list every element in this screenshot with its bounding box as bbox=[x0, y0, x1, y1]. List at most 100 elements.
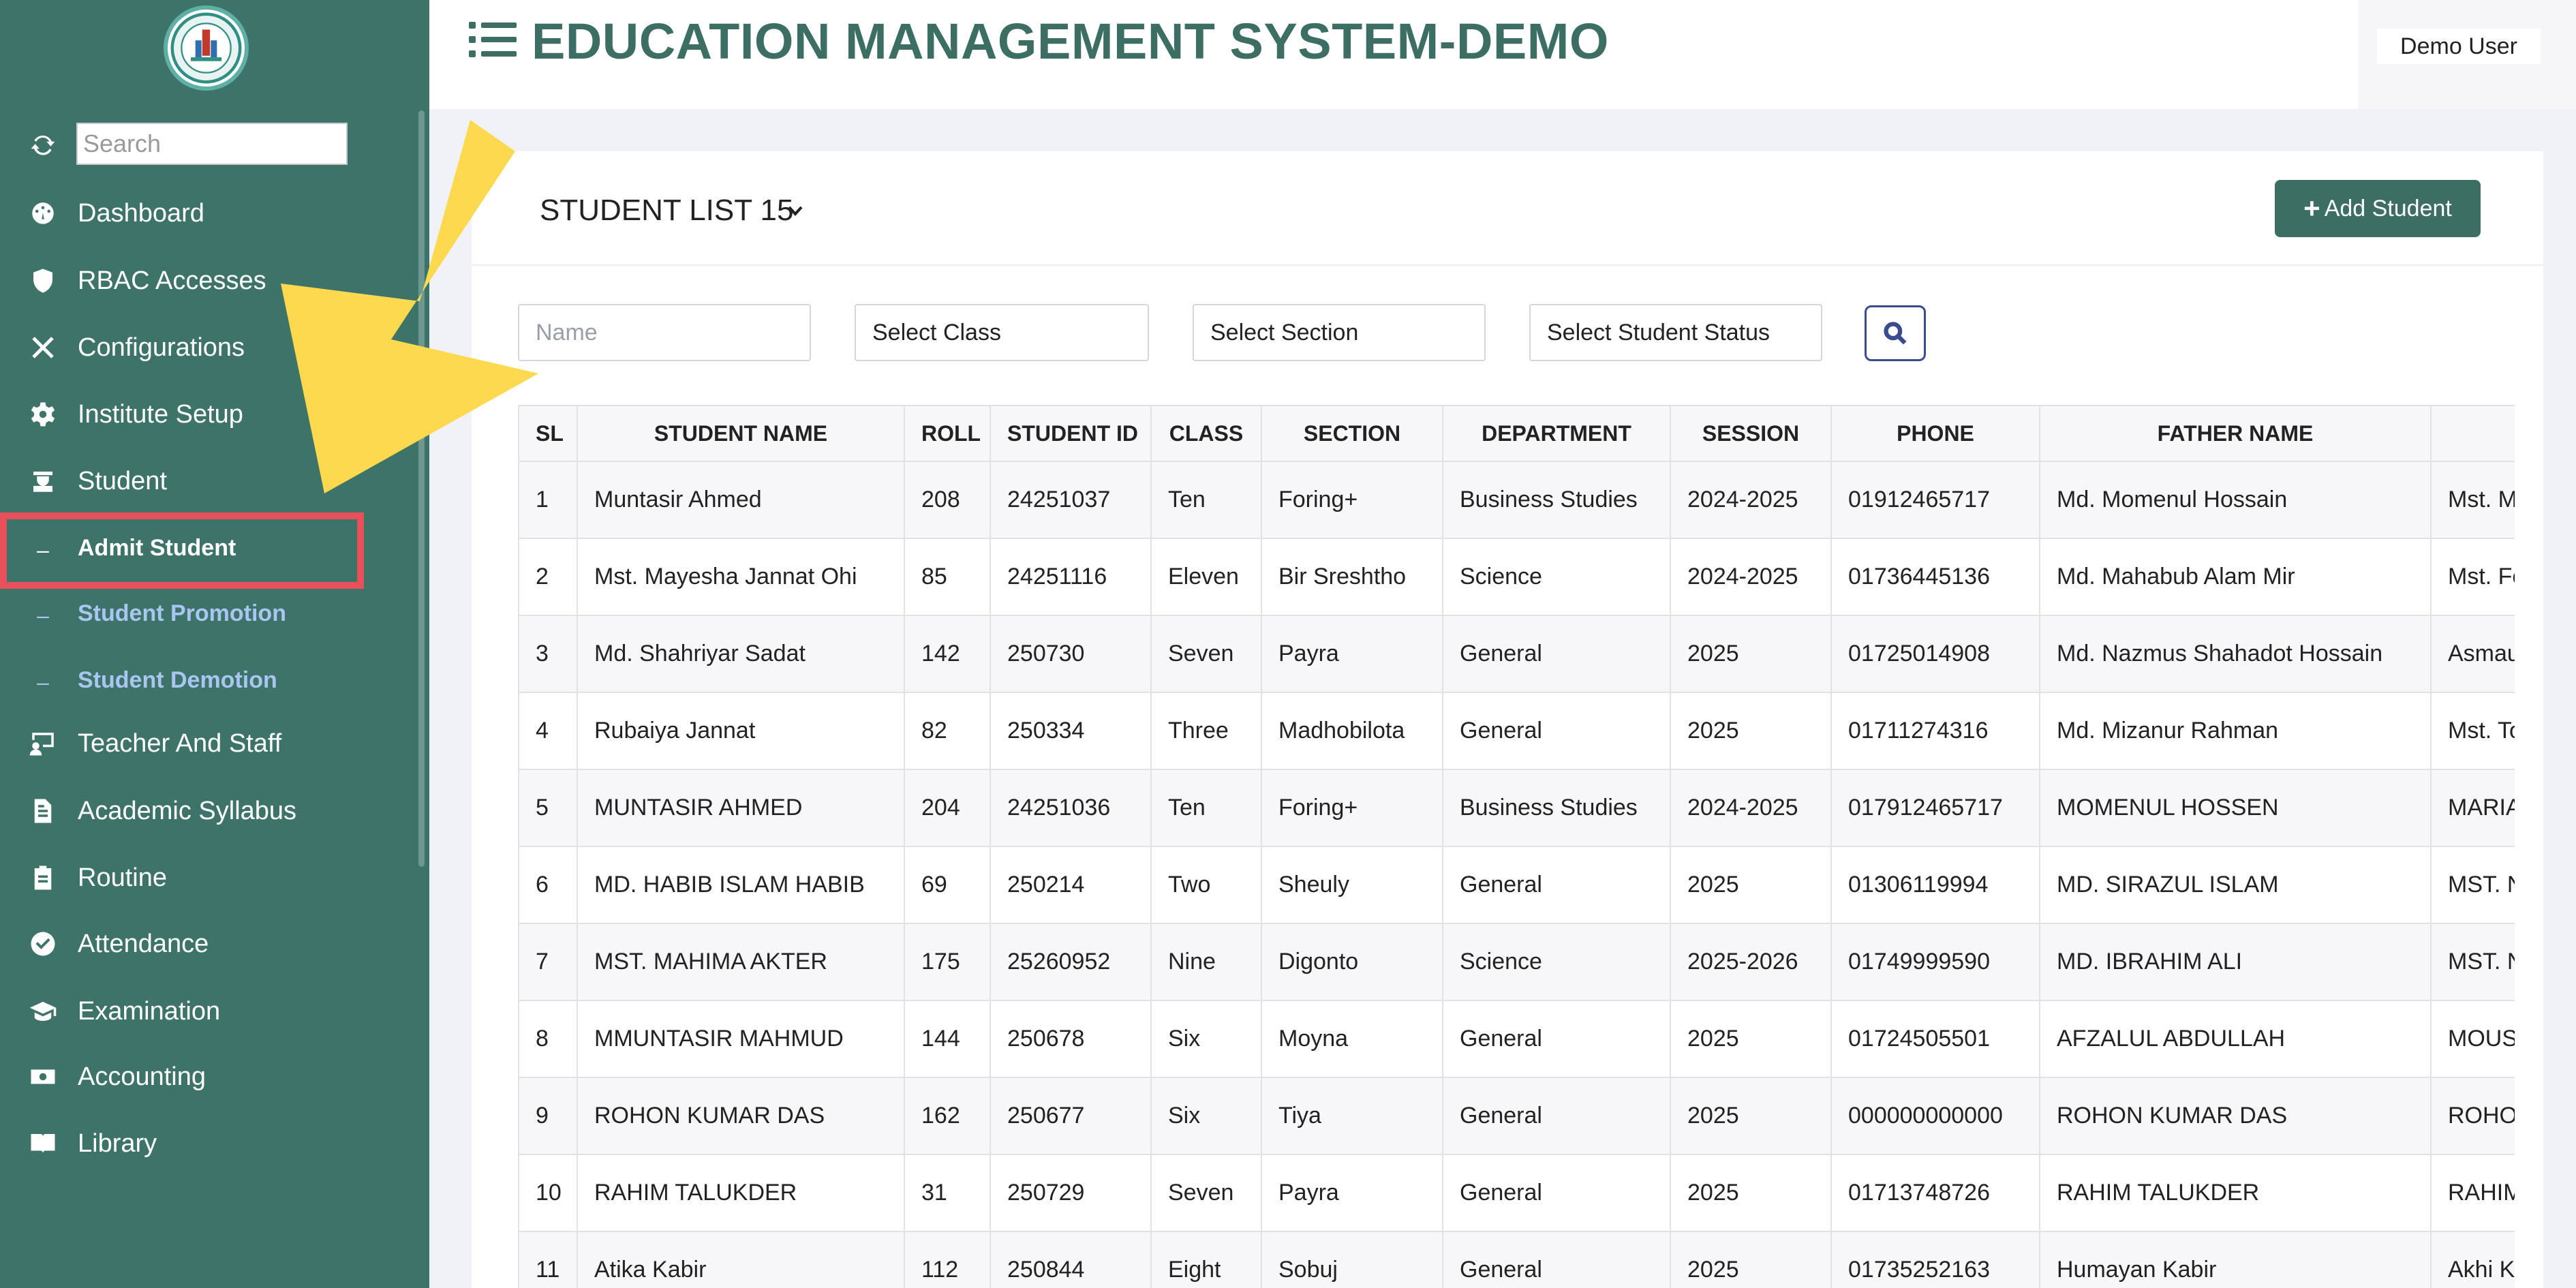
table-cell: MUNTASIR AHMED bbox=[577, 769, 905, 847]
column-header: DEPARTMENT bbox=[1442, 405, 1671, 462]
table-cell: 25260952 bbox=[990, 923, 1152, 1001]
sidebar-item-routine[interactable]: Routine bbox=[0, 854, 409, 902]
sidebar-item-label: Teacher And Staff bbox=[78, 729, 282, 758]
search-button[interactable] bbox=[1865, 305, 1926, 361]
table-cell: 6 bbox=[518, 846, 578, 924]
sidebar-item-library[interactable]: Library bbox=[0, 1120, 409, 1167]
table-cell: 10 bbox=[518, 1154, 578, 1232]
table-row[interactable]: 7 MST. MAHIMA AKTER 175 25260952 Nine Digonto… bbox=[518, 923, 2515, 1001]
table-cell: Sobuj bbox=[1261, 1231, 1443, 1288]
table-cell: 24251037 bbox=[990, 461, 1152, 539]
name-filter-input[interactable]: Name bbox=[518, 304, 811, 361]
table-cell: 175 bbox=[904, 923, 991, 1001]
sidebar-item-accounting[interactable]: Accounting bbox=[0, 1053, 409, 1101]
table-cell: MST. MAHIMA AKTER bbox=[577, 923, 905, 1001]
table-cell: 1 bbox=[518, 461, 578, 539]
table-row[interactable]: 6 MD. HABIB ISLAM HABIB 69 250214 Two Sheuly G… bbox=[518, 846, 2515, 924]
status-select[interactable]: Select Student Status bbox=[1529, 304, 1822, 361]
section-select-value: Select Section bbox=[1210, 319, 1359, 346]
table-cell: MOMENUL HOSSEN bbox=[2039, 769, 2432, 847]
table-row[interactable]: 1 Muntasir Ahmed 208 24251037 Ten Foring+ Busi… bbox=[518, 461, 2515, 539]
add-student-button[interactable]: + Add Student bbox=[2275, 180, 2481, 237]
table-cell: Three bbox=[1150, 692, 1262, 770]
table-cell: Nine bbox=[1150, 923, 1262, 1001]
sidebar-item-rbac[interactable]: RBAC Accesses bbox=[0, 257, 409, 305]
sidebar-item-examination[interactable]: Examination bbox=[0, 987, 409, 1035]
table-cell: AFZALUL ABDULLAH bbox=[2039, 1000, 2432, 1078]
sidebar-item-institute-setup[interactable]: Institute Setup bbox=[0, 390, 409, 438]
search-icon bbox=[1884, 322, 1907, 345]
table-row[interactable]: 9 ROHON KUMAR DAS 162 250677 Six Tiya General 2… bbox=[518, 1077, 2515, 1155]
section-select[interactable]: Select Section bbox=[1193, 304, 1486, 361]
column-header: ROLL bbox=[904, 405, 991, 462]
table-cell: 82 bbox=[904, 692, 991, 770]
sidebar-item-label: Academic Syllabus bbox=[78, 796, 297, 825]
table-cell: 11 bbox=[518, 1231, 578, 1288]
table-cell: 69 bbox=[904, 846, 991, 924]
money-icon bbox=[27, 1061, 59, 1092]
student-list-title[interactable]: STUDENT LIST 15 bbox=[540, 194, 794, 228]
sidebar-scrollbar[interactable] bbox=[418, 110, 425, 867]
sidebar-search-input[interactable] bbox=[76, 123, 348, 165]
sidebar-item-label: Examination bbox=[78, 996, 221, 1026]
table-cell: 250677 bbox=[990, 1077, 1152, 1155]
menu-toggle-icon[interactable] bbox=[469, 20, 517, 59]
table-cell: Md. Mahabub Alam Mir bbox=[2039, 538, 2432, 616]
sidebar-item-label: Routine bbox=[78, 863, 167, 892]
table-row[interactable]: 10 RAHIM TALUKDER 31 250729 Seven Payra Genera… bbox=[518, 1154, 2515, 1232]
card-header: STUDENT LIST 15 + Add Student bbox=[472, 151, 2543, 266]
top-header: EDUCATION MANAGEMENT SYSTEM-DEMO bbox=[429, 0, 2576, 109]
user-menu[interactable]: Demo User bbox=[2377, 29, 2541, 64]
sidebar-item-configurations[interactable]: Configurations bbox=[0, 324, 409, 371]
table-row[interactable]: 3 Md. Shahriyar Sadat 142 250730 Seven Payra G… bbox=[518, 615, 2515, 693]
table-cell: Atika Kabir bbox=[577, 1231, 905, 1288]
table-cell: 8 bbox=[518, 1000, 578, 1078]
sidebar-item-dashboard[interactable]: Dashboard bbox=[0, 189, 409, 237]
sidebar-item-teacher-staff[interactable]: Teacher And Staff bbox=[0, 720, 409, 767]
table-cell: 250334 bbox=[990, 692, 1152, 770]
teacher-icon bbox=[27, 728, 59, 759]
column-header: CLASS bbox=[1150, 405, 1262, 462]
submenu-student-promotion[interactable]: – Student Promotion bbox=[0, 588, 409, 636]
sidebar-item-label: Accounting bbox=[78, 1062, 206, 1091]
table-cell: 204 bbox=[904, 769, 991, 847]
student-table-wrapper[interactable]: SL STUDENT NAME ROLL STUDENT ID CLASS SECTION… bbox=[518, 405, 2515, 1288]
table-cell: Seven bbox=[1150, 615, 1262, 693]
table-cell: 144 bbox=[904, 1000, 991, 1078]
table-cell: 2025 bbox=[1670, 615, 1832, 693]
table-row[interactable]: 5 MUNTASIR AHMED 204 24251036 Ten Foring+ Busi… bbox=[518, 769, 2515, 847]
table-cell: 2025 bbox=[1670, 1000, 1832, 1078]
table-cell: RAHIM TALUKDER bbox=[577, 1154, 905, 1232]
sidebar-item-attendance[interactable]: Attendance bbox=[0, 920, 409, 968]
graduation-cap-icon bbox=[27, 996, 59, 1027]
table-cell: ROHON bbox=[2430, 1077, 2515, 1155]
table-cell: 7 bbox=[518, 923, 578, 1001]
table-cell: 01735252163 bbox=[1830, 1231, 2040, 1288]
sidebar-item-academic-syllabus[interactable]: Academic Syllabus bbox=[0, 787, 409, 835]
table-row[interactable]: 4 Rubaiya Jannat 82 250334 Three Madhobilota G… bbox=[518, 692, 2515, 770]
table-cell: MST. N bbox=[2430, 923, 2515, 1001]
table-row[interactable]: 11 Atika Kabir 112 250844 Eight Sobuj General 2… bbox=[518, 1231, 2515, 1288]
table-row[interactable]: 8 MMUNTASIR MAHMUD 144 250678 Six Moyna Genera… bbox=[518, 1000, 2515, 1078]
table-cell: 2025 bbox=[1670, 692, 1832, 770]
submenu-student-demotion[interactable]: – Student Demotion bbox=[0, 655, 409, 703]
table-cell: 24251036 bbox=[990, 769, 1152, 847]
table-cell: 01736445136 bbox=[1830, 538, 2040, 616]
table-cell: MST. N bbox=[2430, 846, 2515, 924]
table-cell: Payra bbox=[1261, 1154, 1443, 1232]
table-cell: Seven bbox=[1150, 1154, 1262, 1232]
table-cell: 2 bbox=[518, 538, 578, 616]
table-cell: MD. SIRAZUL ISLAM bbox=[2039, 846, 2432, 924]
table-cell: Eight bbox=[1150, 1231, 1262, 1288]
column-header: SESSION bbox=[1670, 405, 1832, 462]
column-header: FATHER NAME bbox=[2039, 405, 2432, 462]
table-cell: Payra bbox=[1261, 615, 1443, 693]
table-cell: 017912465717 bbox=[1830, 769, 2040, 847]
table-row[interactable]: 2 Mst. Mayesha Jannat Ohi 85 24251116 Eleven… bbox=[518, 538, 2515, 616]
table-cell: 250844 bbox=[990, 1231, 1152, 1288]
sidebar-item-student[interactable]: Student bbox=[0, 457, 409, 505]
refresh-icon[interactable] bbox=[27, 129, 59, 161]
table-cell: Humayan Kabir bbox=[2039, 1231, 2432, 1288]
class-select[interactable]: Select Class bbox=[855, 304, 1149, 361]
chevron-down-icon[interactable] bbox=[785, 203, 806, 219]
